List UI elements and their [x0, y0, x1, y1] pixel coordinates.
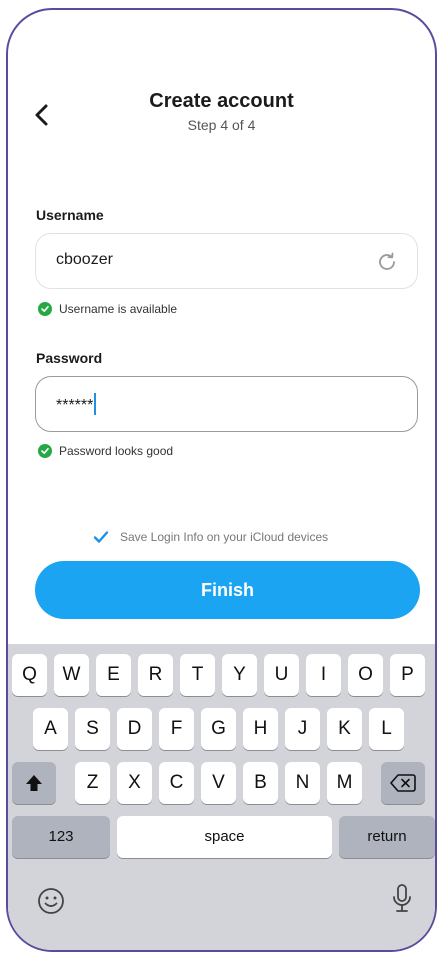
- checkmark-icon[interactable]: [92, 528, 110, 546]
- key-j[interactable]: J: [285, 708, 320, 750]
- return-key[interactable]: return: [339, 816, 435, 858]
- backspace-icon: [390, 774, 416, 792]
- key-s[interactable]: S: [75, 708, 110, 750]
- shift-key[interactable]: [12, 762, 56, 804]
- shift-arrow-icon: [26, 775, 42, 791]
- microphone-icon[interactable]: [390, 882, 414, 916]
- save-login-option[interactable]: Save Login Info on your iCloud devices: [92, 528, 328, 546]
- space-key[interactable]: space: [117, 816, 332, 858]
- key-u[interactable]: U: [264, 654, 299, 696]
- key-z[interactable]: Z: [75, 762, 110, 804]
- key-p[interactable]: P: [390, 654, 425, 696]
- backspace-key[interactable]: [381, 762, 425, 804]
- key-h[interactable]: H: [243, 708, 278, 750]
- password-value: ******: [56, 397, 94, 414]
- header: Create account Step 4 of 4: [8, 90, 435, 133]
- page-title: Create account: [149, 90, 294, 112]
- key-t[interactable]: T: [180, 654, 215, 696]
- password-status: Password looks good: [38, 444, 173, 458]
- check-circle-icon: [38, 444, 52, 458]
- finish-button[interactable]: Finish: [35, 561, 420, 619]
- password-status-text: Password looks good: [59, 444, 174, 458]
- keyboard-bottom-bar: [8, 872, 435, 950]
- username-label: Username: [36, 207, 104, 223]
- key-x[interactable]: X: [117, 762, 152, 804]
- text-caret: [94, 393, 97, 415]
- key-q[interactable]: Q: [12, 654, 47, 696]
- emoji-icon[interactable]: [36, 886, 66, 916]
- key-f[interactable]: F: [159, 708, 194, 750]
- username-field[interactable]: cboozer: [35, 233, 418, 289]
- key-v[interactable]: V: [201, 762, 236, 804]
- key-k[interactable]: K: [327, 708, 362, 750]
- step-indicator: Step 4 of 4: [187, 117, 256, 133]
- password-field[interactable]: ******: [35, 376, 418, 432]
- key-m[interactable]: M: [327, 762, 362, 804]
- refresh-icon[interactable]: [375, 250, 399, 274]
- key-n[interactable]: N: [285, 762, 320, 804]
- key-o[interactable]: O: [348, 654, 383, 696]
- username-status: Username is available: [38, 302, 177, 316]
- save-login-label: Save Login Info on your iCloud devices: [120, 530, 329, 544]
- key-l[interactable]: L: [369, 708, 404, 750]
- key-w[interactable]: W: [54, 654, 89, 696]
- phone-frame: Create account Step 4 of 4 Username cboo…: [6, 8, 437, 952]
- username-status-text: Username is available: [59, 302, 178, 316]
- key-r[interactable]: R: [138, 654, 173, 696]
- check-circle-icon: [38, 302, 52, 316]
- password-label: Password: [36, 350, 103, 366]
- key-b[interactable]: B: [243, 762, 278, 804]
- key-d[interactable]: D: [117, 708, 152, 750]
- key-g[interactable]: G: [201, 708, 236, 750]
- key-c[interactable]: C: [159, 762, 194, 804]
- numbers-key[interactable]: 123: [12, 816, 110, 858]
- key-i[interactable]: I: [306, 654, 341, 696]
- key-e[interactable]: E: [96, 654, 131, 696]
- key-y[interactable]: Y: [222, 654, 257, 696]
- username-value: cboozer: [56, 251, 113, 268]
- key-a[interactable]: A: [33, 708, 68, 750]
